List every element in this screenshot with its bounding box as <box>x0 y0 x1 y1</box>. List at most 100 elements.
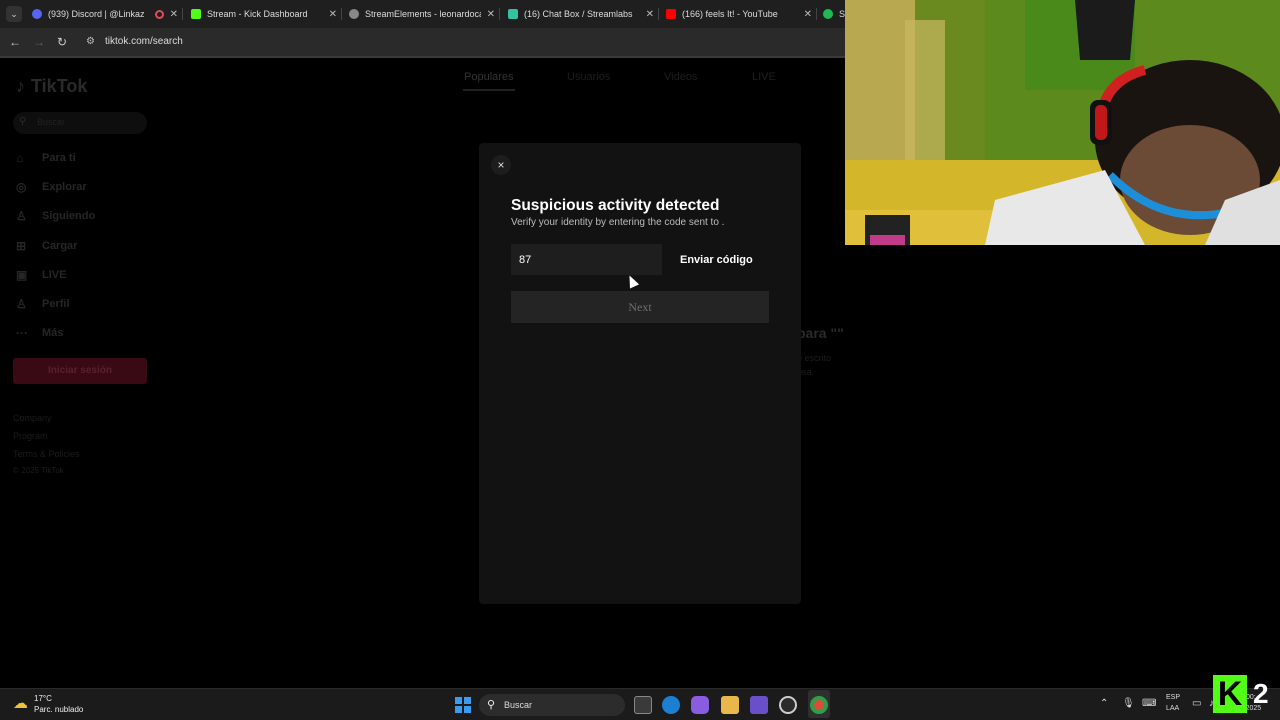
windows-taskbar: ☁ 17°C Parc. nublado ⚲ Buscar ⌃ 🎙 ⌨ ESP … <box>0 688 1280 720</box>
tab-label: (16) Chat Box / Streamlabs <box>524 9 633 19</box>
tab-close-icon[interactable]: ✕ <box>646 9 654 20</box>
sidebar-item-label: Para ti <box>42 152 76 164</box>
tab-search-menu-button[interactable]: ⌄ <box>6 6 22 22</box>
next-button[interactable]: Next <box>511 291 769 323</box>
tab-streamlabs[interactable]: (16) Chat Box / Streamlabs ✕ <box>508 4 654 24</box>
more-icon: ··· <box>16 326 28 340</box>
start-tile <box>464 706 471 713</box>
chevron-up-icon[interactable]: ⌃ <box>1100 698 1108 709</box>
keyboard-icon[interactable]: ⌨ <box>1142 698 1156 709</box>
tab-videos[interactable]: Videos <box>664 71 697 83</box>
sidebar-item-perfil[interactable]: ♙ Perfil <box>16 295 70 313</box>
tab-separator <box>658 8 659 20</box>
tab-spotify[interactable]: Sp <box>823 4 845 24</box>
spotify-icon <box>823 9 833 19</box>
search-placeholder: Buscar <box>37 117 66 127</box>
start-tile <box>464 697 471 704</box>
kick-overlay-number: 2 <box>1253 678 1269 709</box>
start-tile <box>455 706 462 713</box>
tab-separator <box>341 8 342 20</box>
live-icon: ▣ <box>16 268 28 282</box>
no-results-line-1: ó escrito <box>797 353 832 363</box>
input-layout[interactable]: LAA <box>1166 705 1179 712</box>
verification-code-input[interactable] <box>511 244 662 275</box>
tab-close-icon[interactable]: ✕ <box>487 9 495 20</box>
sidebar-item-para-ti[interactable]: ⌂ Para ti <box>16 149 76 167</box>
forward-arrow-icon[interactable]: → <box>31 34 47 50</box>
copilot-icon[interactable] <box>691 696 709 714</box>
home-icon: ⌂ <box>16 151 24 165</box>
tab-separator <box>499 8 500 20</box>
sidebar-item-explorar[interactable]: ◎ Explorar <box>16 178 87 196</box>
streamlabs-icon <box>508 9 518 19</box>
back-arrow-icon[interactable]: ← <box>7 34 23 50</box>
file-explorer-icon[interactable] <box>721 696 739 714</box>
following-icon: ♙ <box>16 209 27 223</box>
tiktok-logo[interactable]: ♪ TikTok <box>16 76 87 97</box>
weather-cloud-sun-icon[interactable]: ☁ <box>13 695 31 713</box>
footer-copyright: © 2025 TikTok <box>13 466 64 475</box>
upload-icon: ⊞ <box>16 239 27 253</box>
sidebar-item-label: Más <box>42 327 64 339</box>
tab-label: (166) feels It! - YouTube <box>682 9 778 19</box>
tab-discord[interactable]: (939) Discord | @Linkaz ✕ <box>32 4 178 24</box>
clipchamp-icon[interactable] <box>750 696 768 714</box>
tab-populares[interactable]: Populares <box>464 71 514 83</box>
discord-icon <box>32 9 42 19</box>
footer-link-terms[interactable]: Terms & Policies <box>13 449 80 459</box>
profile-icon: ♙ <box>16 297 27 311</box>
sidebar-item-mas[interactable]: ··· Más <box>16 324 63 342</box>
kick-icon <box>191 9 201 19</box>
windows-start-icon[interactable] <box>455 697 471 713</box>
tab-label: StreamElements - leonardocam <box>365 9 481 19</box>
active-tab-underline <box>463 89 515 91</box>
taskbar-search-box[interactable]: ⚲ Buscar <box>479 694 625 716</box>
tab-close-icon[interactable]: ✕ <box>329 9 337 20</box>
chrome-icon[interactable] <box>810 696 828 714</box>
login-button[interactable]: Iniciar sesión <box>13 358 147 384</box>
modal-title: Suspicious activity detected <box>511 197 720 214</box>
tiktok-note-icon: ♪ <box>16 76 25 96</box>
tab-kick-dashboard[interactable]: Stream - Kick Dashboard ✕ <box>191 4 337 24</box>
weather-temperature[interactable]: 17°C <box>34 694 52 703</box>
sidebar-item-siguiendo[interactable]: ♙ Siguiendo <box>16 207 95 225</box>
tab-usuarios[interactable]: Usuarios <box>567 71 610 83</box>
footer-link-company[interactable]: Company <box>13 413 52 423</box>
edge-browser-icon[interactable] <box>662 696 680 714</box>
task-view-icon[interactable] <box>634 696 652 714</box>
send-code-button[interactable]: Enviar código <box>680 254 753 266</box>
reload-icon[interactable]: ↻ <box>54 34 70 50</box>
input-language[interactable]: ESP <box>1166 694 1180 701</box>
footer-link-program[interactable]: Program <box>13 431 48 441</box>
streamelements-icon <box>349 9 359 19</box>
tab-close-icon[interactable]: ✕ <box>804 9 812 20</box>
close-icon[interactable]: × <box>491 155 511 175</box>
youtube-icon <box>666 9 676 19</box>
tab-live[interactable]: LIVE <box>752 71 776 83</box>
no-results-title: para "" <box>797 325 844 341</box>
sidebar-item-label: Explorar <box>42 181 87 193</box>
site-info-icon[interactable]: ⚙ <box>86 36 98 48</box>
obs-icon[interactable] <box>779 696 797 714</box>
network-icon[interactable]: ▭ <box>1192 698 1201 709</box>
compass-icon: ◎ <box>16 180 27 194</box>
tab-separator <box>182 8 183 20</box>
kick-logo-overlay: K <box>1213 675 1247 713</box>
tab-label: (939) Discord | @Linkaz <box>48 9 145 19</box>
webcam-feed <box>845 0 1280 245</box>
address-bar[interactable]: tiktok.com/search <box>105 36 183 47</box>
tab-label: Stream - Kick Dashboard <box>207 9 308 19</box>
microphone-icon[interactable]: 🎙 <box>1122 698 1135 709</box>
sidebar-item-cargar[interactable]: ⊞ Cargar <box>16 237 77 255</box>
sidebar-item-label: Perfil <box>42 298 70 310</box>
sidebar-item-live[interactable]: ▣ LIVE <box>16 266 66 284</box>
screen: ⌄ (939) Discord | @Linkaz ✕ Stream - Kic… <box>0 0 1280 720</box>
weather-description[interactable]: Parc. nublado <box>34 705 83 714</box>
search-icon: ⚲ <box>19 116 27 127</box>
sidebar-item-label: Cargar <box>42 240 78 252</box>
tiktok-search-input[interactable]: ⚲ Buscar <box>13 112 147 134</box>
sidebar-item-label: LIVE <box>42 269 67 281</box>
tab-youtube[interactable]: (166) feels It! - YouTube ✕ <box>666 4 812 24</box>
tab-close-icon[interactable]: ✕ <box>170 9 178 20</box>
tab-streamelements[interactable]: StreamElements - leonardocam ✕ <box>349 4 495 24</box>
